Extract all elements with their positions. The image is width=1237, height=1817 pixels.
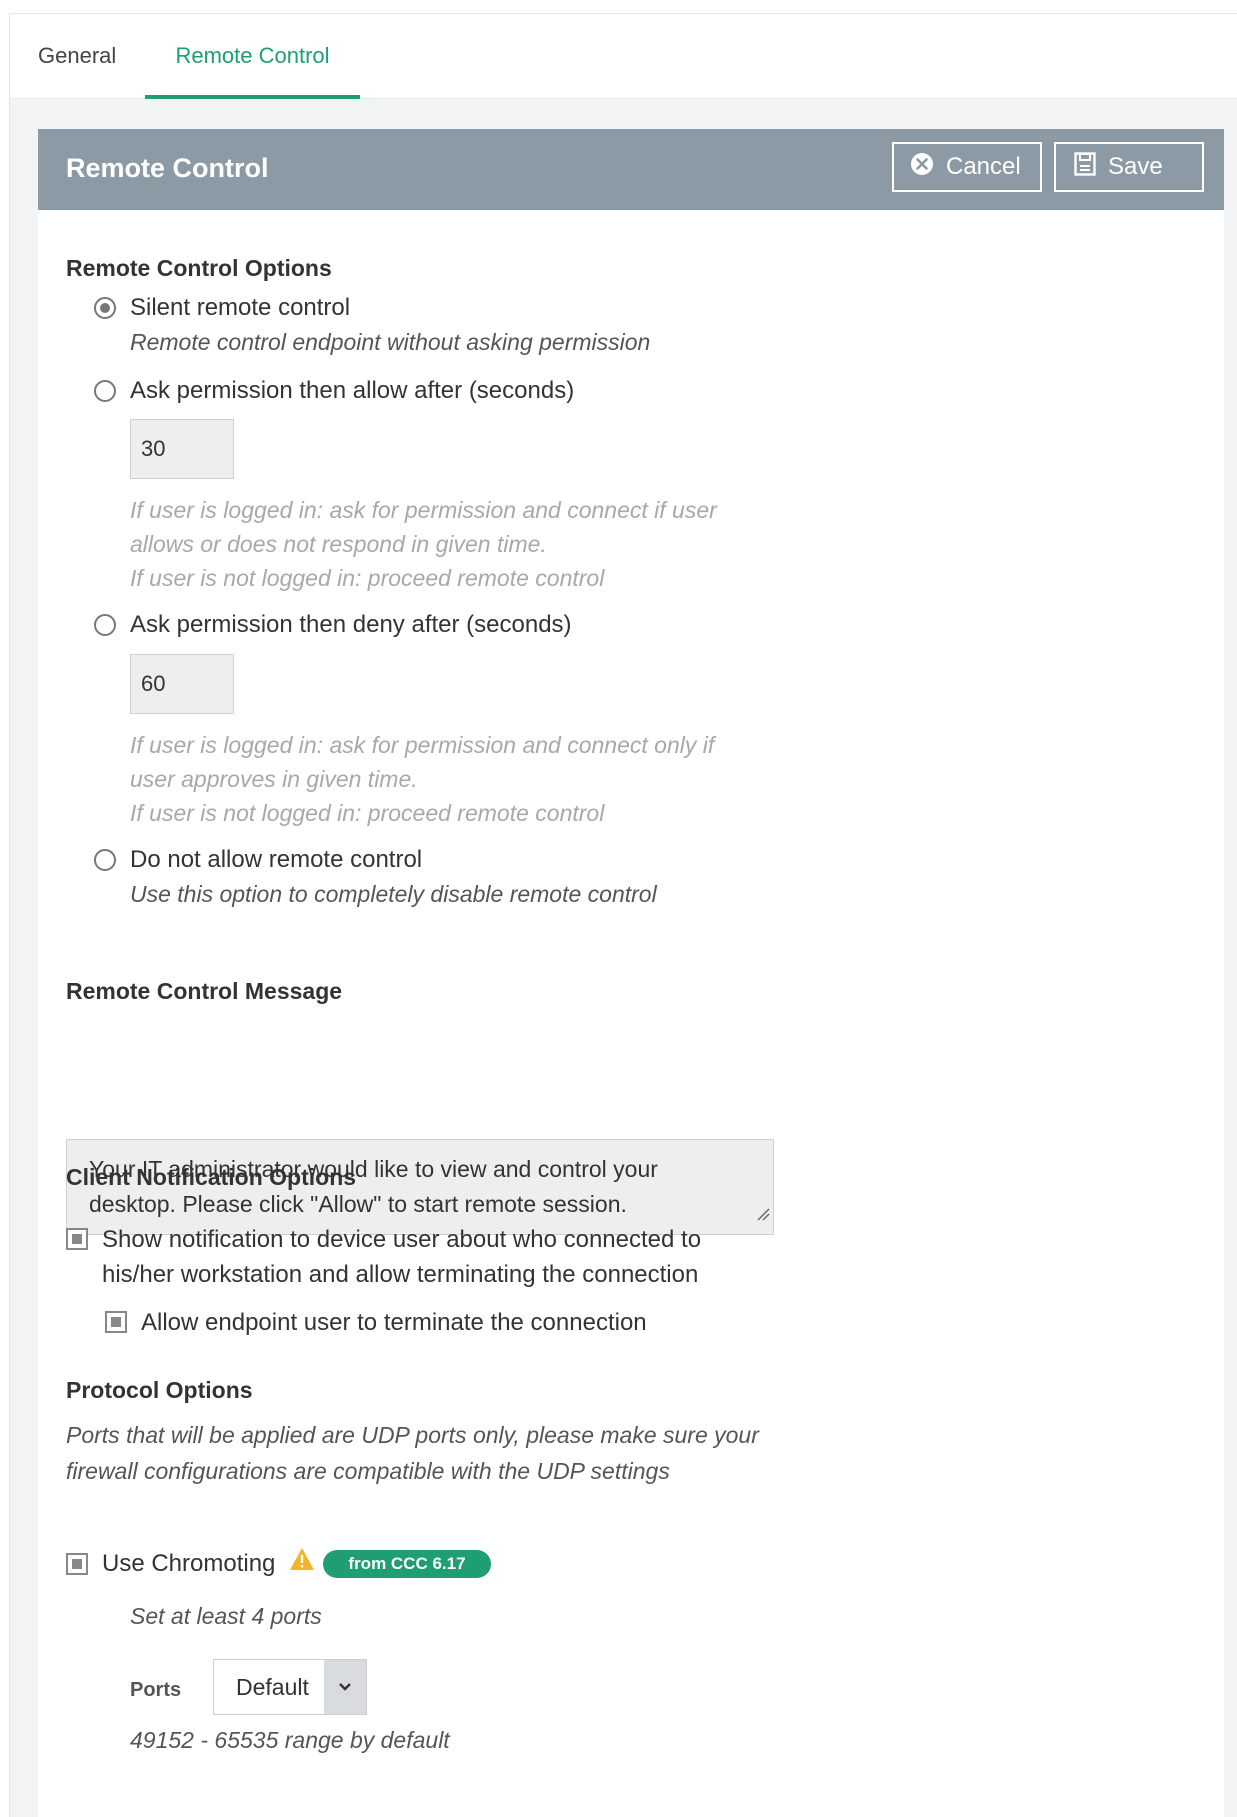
warning-triangle-icon <box>289 1546 315 1581</box>
protocol-options-title: Protocol Options <box>66 1377 253 1403</box>
allow-terminate-option[interactable]: Allow endpoint user to terminate the con… <box>105 1305 647 1340</box>
remote-control-options-title: Remote Control Options <box>66 255 332 281</box>
show-notification-checkbox[interactable] <box>66 1228 88 1250</box>
close-circle-icon <box>910 152 934 183</box>
radio-button[interactable] <box>94 297 116 319</box>
page-frame: General Remote Control Remote Control Ca… <box>9 13 1237 1817</box>
radio-label: Do not allow remote control <box>130 846 423 873</box>
panel-header: Remote Control Cancel Save <box>38 129 1224 210</box>
radio-ask-then-deny[interactable]: Ask permission then deny after (seconds) <box>94 611 572 639</box>
radio-silent-remote-control[interactable]: Silent remote control <box>94 294 350 322</box>
allow-after-seconds-input[interactable]: 30 <box>130 419 234 479</box>
save-label: Save <box>1108 153 1163 180</box>
deny-after-seconds-input[interactable]: 60 <box>130 654 234 714</box>
tab-general[interactable]: General <box>38 14 116 98</box>
ports-range-note: 49152 - 65535 range by default <box>130 1727 450 1753</box>
radio-label: Ask permission then deny after (seconds) <box>130 611 572 638</box>
version-badge: from CCC 6.17 <box>323 1549 491 1578</box>
radio-do-not-allow[interactable]: Do not allow remote control <box>94 846 422 874</box>
cancel-label: Cancel <box>946 153 1021 180</box>
hint-line: If user is not logged in: proceed remote… <box>130 565 605 591</box>
tab-bar: General Remote Control <box>10 14 1237 99</box>
radio-button[interactable] <box>94 849 116 871</box>
hint-line: If user is logged in: ask for permission… <box>130 732 715 758</box>
remote-control-message-title: Remote Control Message <box>66 978 343 1004</box>
allow-terminate-checkbox[interactable] <box>105 1311 127 1333</box>
radio-button[interactable] <box>94 614 116 636</box>
floppy-disk-icon <box>1074 151 1096 183</box>
resize-handle-icon[interactable] <box>756 1196 770 1231</box>
show-notification-option[interactable]: Show notification to device user about w… <box>66 1222 746 1292</box>
option-description: Remote control endpoint without asking p… <box>130 329 651 355</box>
remote-control-panel: Remote Control Cancel Save Remote Contro… <box>38 129 1224 1817</box>
deny-hint: If user is logged in: ask for permission… <box>130 728 770 830</box>
cancel-button[interactable]: Cancel <box>892 142 1042 192</box>
checkbox-label: Allow endpoint user to terminate the con… <box>141 1309 647 1336</box>
radio-label: Silent remote control <box>130 294 351 321</box>
checkbox-label: Show notification to device user about w… <box>102 1226 702 1288</box>
hint-line: allows or does not respond in given time… <box>130 531 547 557</box>
checkbox-label: Use Chromoting <box>102 1550 276 1577</box>
radio-ask-then-allow[interactable]: Ask permission then allow after (seconds… <box>94 377 574 405</box>
hint-line: If user is logged in: ask for permission… <box>130 497 717 523</box>
use-chromoting-checkbox[interactable] <box>66 1552 88 1575</box>
hint-line: user approves in given time. <box>130 766 418 792</box>
radio-button[interactable] <box>94 380 116 402</box>
ports-label: Ports <box>130 1679 182 1701</box>
client-notification-options-title: Client Notification Options <box>66 1164 357 1190</box>
ports-select[interactable]: Default <box>213 1659 367 1715</box>
allow-hint: If user is logged in: ask for permission… <box>130 493 770 595</box>
panel-title: Remote Control <box>66 153 269 183</box>
option-description: Use this option to completely disable re… <box>130 881 657 907</box>
min-ports-note: Set at least 4 ports <box>130 1603 322 1629</box>
hint-line: If user is not logged in: proceed remote… <box>130 800 605 826</box>
tab-remote-control[interactable]: Remote Control <box>145 14 360 99</box>
use-chromoting-option[interactable]: Use Chromoting from CCC 6.17 <box>66 1546 491 1581</box>
chevron-down-icon[interactable] <box>324 1660 366 1714</box>
save-button[interactable]: Save <box>1054 142 1204 192</box>
ports-selected-value: Default <box>236 1674 309 1700</box>
radio-label: Ask permission then allow after (seconds… <box>130 377 575 404</box>
protocol-note: Ports that will be applied are UDP ports… <box>66 1422 759 1484</box>
